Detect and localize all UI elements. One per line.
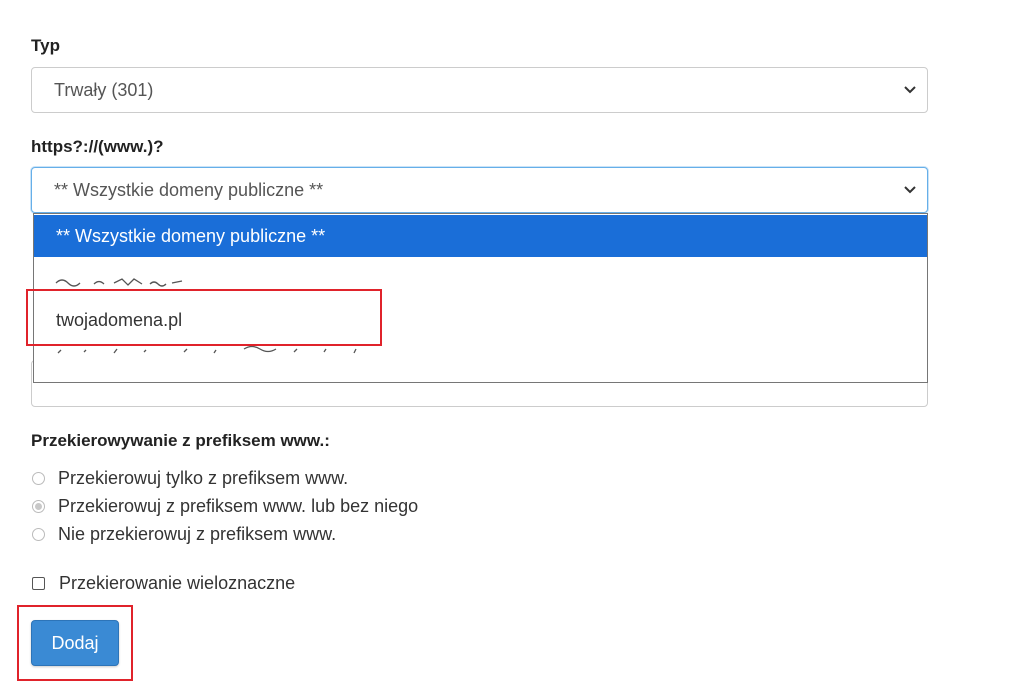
domain-option-redacted-2[interactable] — [34, 341, 927, 382]
radio-www-or-not[interactable]: Przekierowuj z prefiksem www. lub bez ni… — [32, 496, 418, 517]
radio-button[interactable] — [32, 472, 45, 485]
chevron-down-icon — [904, 86, 916, 94]
type-select[interactable]: Trwały (301) — [31, 67, 928, 113]
type-label: Typ — [31, 36, 60, 55]
wildcard-redirect-option[interactable]: Przekierowanie wieloznaczne — [32, 573, 295, 594]
wildcard-checkbox[interactable] — [32, 577, 45, 590]
domain-select-value: ** Wszystkie domeny publiczne ** — [54, 179, 324, 200]
domain-highlight-box — [26, 289, 382, 346]
radio-no-www[interactable]: Nie przekierowuj z prefiksem www. — [32, 524, 336, 545]
redaction-mark — [55, 278, 183, 287]
radio-label: Przekierowuj z prefiksem www. lub bez ni… — [58, 496, 419, 516]
radio-label: Nie przekierowuj z prefiksem www. — [58, 524, 337, 544]
radio-button[interactable] — [32, 500, 45, 513]
radio-label: Przekierowuj tylko z prefiksem www. — [58, 468, 349, 488]
domain-option-all[interactable]: ** Wszystkie domeny publiczne ** — [34, 215, 927, 257]
radio-www-only[interactable]: Przekierowuj tylko z prefiksem www. — [32, 468, 348, 489]
domain-label: https?://(www.)? — [31, 137, 164, 156]
chevron-down-icon — [904, 186, 916, 194]
domain-select[interactable]: ** Wszystkie domeny publiczne ** — [31, 167, 928, 213]
radio-button[interactable] — [32, 528, 45, 541]
domain-option-label: ** Wszystkie domeny publiczne ** — [56, 225, 326, 246]
www-redirect-label: Przekierowywanie z prefiksem www.: — [31, 431, 330, 450]
type-select-value: Trwały (301) — [54, 79, 154, 100]
button-highlight-box — [17, 605, 133, 681]
wildcard-label: Przekierowanie wieloznaczne — [59, 573, 296, 593]
